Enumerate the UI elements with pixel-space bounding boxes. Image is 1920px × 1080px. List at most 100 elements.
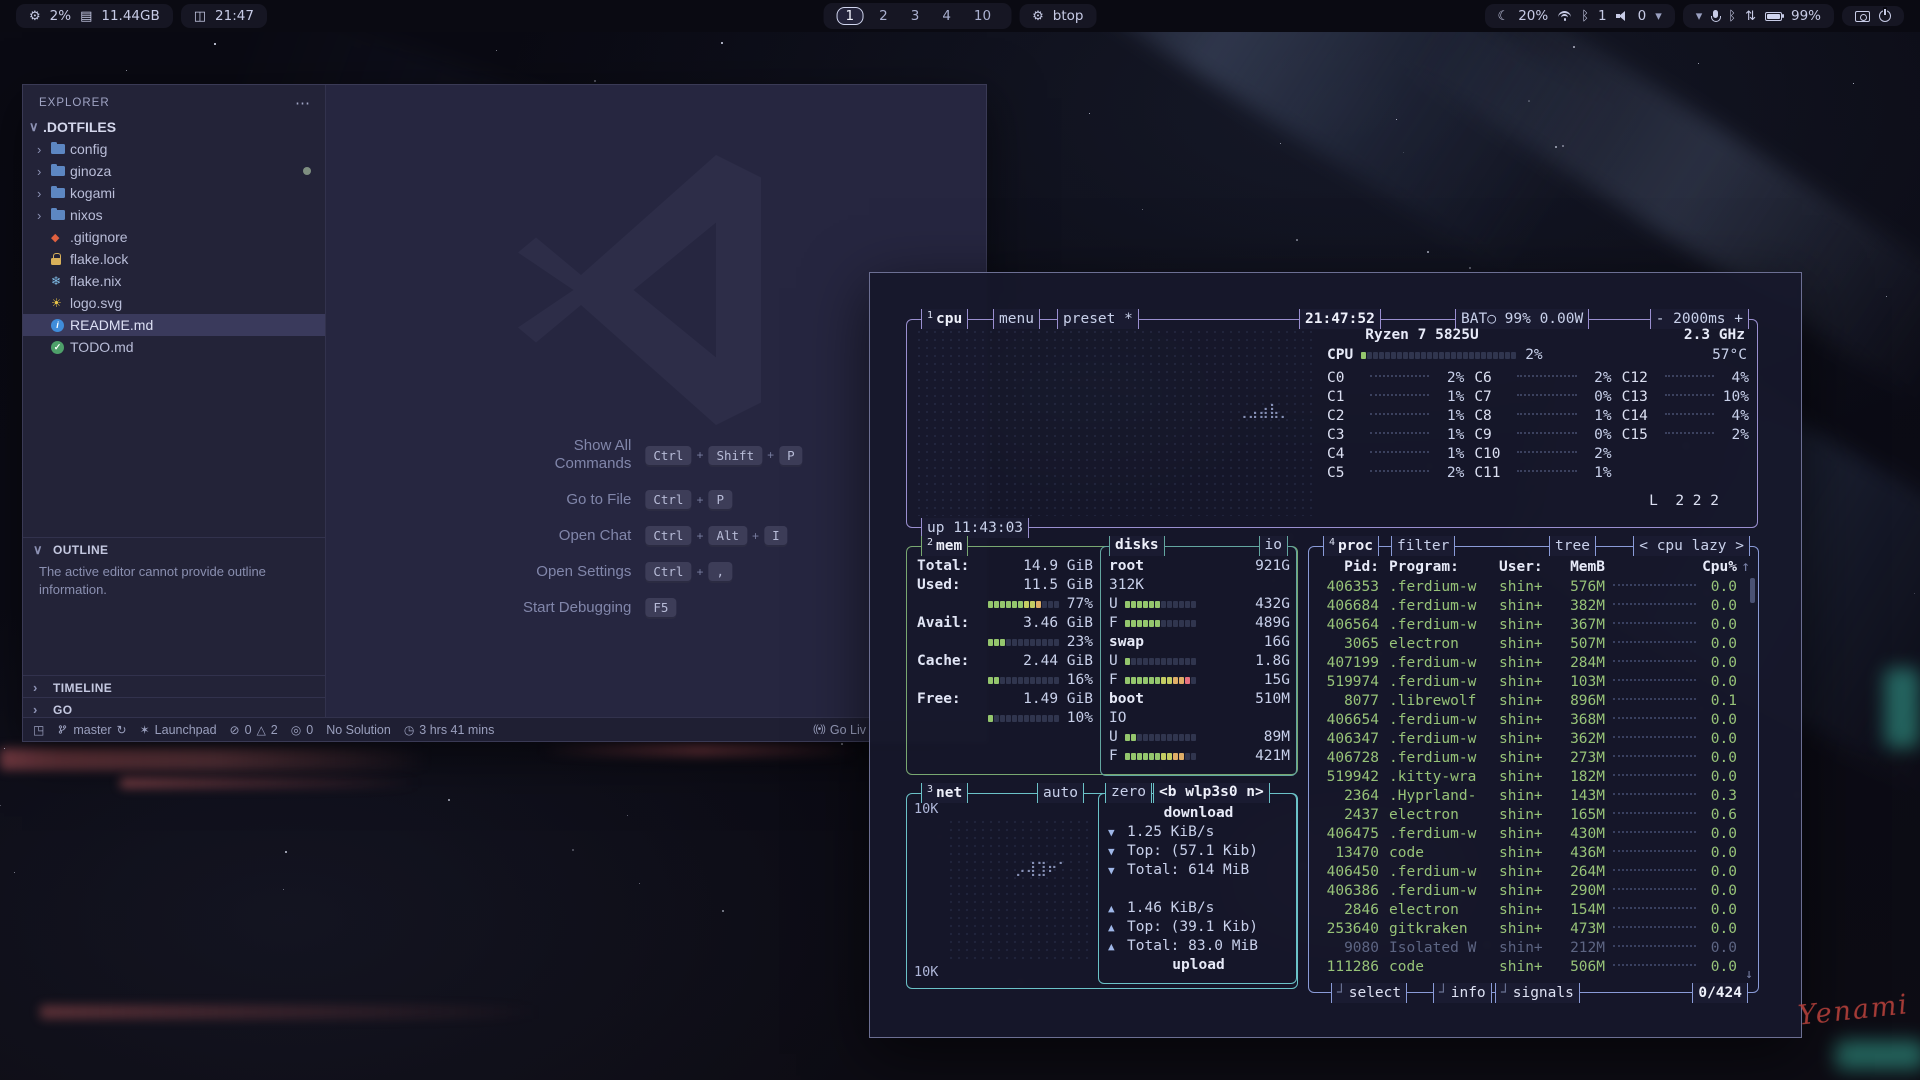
process-row[interactable]: 13470codeshin+436M0.0 [1317,844,1750,863]
menu-button[interactable]: menu [993,309,1040,329]
process-row[interactable]: 111286codeshin+506M0.0 [1317,958,1750,977]
process-row[interactable]: 2364.Hyprland-shin+143M0.3 [1317,787,1750,806]
pid-header[interactable]: Pid: [1317,558,1379,577]
cpu-header[interactable]: Cpu% [1701,558,1737,577]
chevron-right-icon: › [37,186,51,201]
keycap: Alt [708,526,747,545]
outline-section-header[interactable]: ∨ OUTLINE [23,537,325,562]
more-actions-icon[interactable]: ⋯ [295,94,311,112]
scroll-down-icon[interactable]: ↓ [1745,965,1753,984]
process-row[interactable]: 2846electronshin+154M0.0 [1317,901,1750,920]
file-flake.nix[interactable]: ❄flake.nix [23,270,325,292]
sort-selector[interactable]: < cpu lazy > [1633,536,1750,556]
file-ginoza[interactable]: ›ginoza [23,160,325,182]
tree-root[interactable]: ∨ .DOTFILES [23,116,325,138]
tray-module[interactable]: ▾ ᛒ ⇅ 99% [1683,4,1834,28]
user-header[interactable]: User: [1497,558,1555,577]
solution-button[interactable]: No Solution [326,723,391,737]
process-row[interactable]: 406728.ferdium-wshin+273M0.0 [1317,749,1750,768]
process-row[interactable]: 406564.ferdium-wshin+367M0.0 [1317,616,1750,635]
keycap: Ctrl [645,490,691,509]
process-row[interactable]: 406353.ferdium-wshin+576M0.0 [1317,578,1750,597]
core-C3: C31% [1327,426,1464,445]
btop-mem-box: 2 mem Total:14.9 GiBUsed:11.5 GiB77%Avai… [906,546,1298,775]
file-kogami[interactable]: ›kogami [23,182,325,204]
workspace-4[interactable]: 4 [935,7,958,25]
tree-toggle-button[interactable]: tree [1549,536,1596,556]
core-C7: C70% [1474,388,1611,407]
process-row[interactable]: 406654.ferdium-wshin+368M0.0 [1317,711,1750,730]
workspace-10[interactable]: 10 [967,7,998,25]
file-.gitignore[interactable]: ◆.gitignore [23,226,325,248]
workspace-2[interactable]: 2 [872,7,895,25]
shortcut-label[interactable]: Open Settings [509,563,631,581]
mem-box-title[interactable]: 2 mem [921,536,968,556]
go-live-button[interactable]: ((•)) Go Liv [813,723,866,737]
process-row[interactable]: 2437electronshin+165M0.6 [1317,806,1750,825]
process-row[interactable]: 406475.ferdium-wshin+430M0.0 [1317,825,1750,844]
shortcut-label[interactable]: Open Chat [509,527,631,545]
go-section-header[interactable]: › GO [23,697,325,721]
time-tracker-button[interactable]: ◷ 3 hrs 41 mins [404,723,495,737]
process-row[interactable]: 406684.ferdium-wshin+382M0.0 [1317,597,1750,616]
star [594,80,596,82]
net-auto-button[interactable]: auto [1037,783,1084,803]
shortcut-label[interactable]: Go to File [509,491,631,509]
process-header-row[interactable]: Pid: Program: User: MemB Cpu% ↑ [1317,558,1750,577]
star [841,743,843,745]
system-stats-module[interactable]: ⚙ 2% ▤ 11.44GB [16,4,173,28]
shortcut-label[interactable]: Start Debugging [509,599,631,617]
star [126,70,127,71]
clock-module[interactable]: ◫ 21:47 [181,4,267,28]
file-nixos[interactable]: ›nixos [23,204,325,226]
timeline-section-header[interactable]: › TIMELINE [23,675,325,699]
ports-button[interactable]: ◎ 0 [291,723,313,737]
disks-title[interactable]: disks [1109,536,1165,556]
cpu-graph-detail [1237,402,1290,421]
problems-button[interactable]: ⊘ 0 △ 2 [230,723,278,737]
process-row[interactable]: 406386.ferdium-wshin+290M0.0 [1317,882,1750,901]
launchpad-button[interactable]: ✶ Launchpad [140,723,217,737]
disk-line: 312K [1109,576,1290,595]
process-row[interactable]: 519942.kitty-wrashin+182M0.0 [1317,768,1750,787]
quick-settings-module[interactable]: ☾ 20% ᛒ 1 0 ▾ [1485,4,1675,28]
workspace-3[interactable]: 3 [904,7,927,25]
keycap: , [708,562,732,581]
process-row[interactable]: 406347.ferdium-wshin+362M0.0 [1317,730,1750,749]
teal-glow [1884,668,1920,748]
star [1573,46,1575,48]
file-config[interactable]: ›config [23,138,325,160]
file-README.md[interactable]: iREADME.md [23,314,325,336]
power-module[interactable] [1842,6,1904,26]
proc-box-title[interactable]: 4 proc [1323,536,1379,556]
process-row[interactable]: 406450.ferdium-wshin+264M0.0 [1317,863,1750,882]
preset-button[interactable]: preset * [1057,309,1139,329]
process-scrollbar[interactable] [1750,578,1755,603]
git-branch-button[interactable]: master ↻ [57,723,126,737]
process-row[interactable]: 8077.librewolfshin+896M0.1 [1317,692,1750,711]
file-flake.lock[interactable]: flake.lock [23,248,325,270]
process-row[interactable]: 3065electronshin+507M0.0 [1317,635,1750,654]
remote-window-button[interactable]: ◳ [33,723,44,737]
disks-io-toggle[interactable]: io [1259,536,1288,556]
net-zero-button[interactable]: zero [1105,783,1152,803]
process-row[interactable]: 9080Isolated Wshin+212M0.0 [1317,939,1750,958]
file-logo.svg[interactable]: ☀logo.svg [23,292,325,314]
mem-header[interactable]: MemB [1555,558,1605,577]
process-row[interactable]: 407199.ferdium-wshin+284M0.0 [1317,654,1750,673]
workspace-1[interactable]: 1 [837,7,864,25]
net-stats: download▼1.25 KiB/s▼Top: (57.1 Kib)▼Tota… [1108,804,1289,975]
program-header[interactable]: Program: [1379,558,1497,577]
info-hint[interactable]: info [1433,983,1492,1003]
active-window-module[interactable]: ⚙ btop [1019,4,1096,28]
net-interface-selector[interactable]: <b wlp3s0 n> [1153,783,1270,803]
shortcut-label[interactable]: Show All Commands [509,437,631,473]
process-row[interactable]: 519974.ferdium-wshin+103M0.0 [1317,673,1750,692]
process-row[interactable]: 253640gitkrakenshin+473M0.0 [1317,920,1750,939]
select-hint[interactable]: select [1331,983,1407,1003]
btop-terminal-window[interactable]: 1 cpu menu preset * 21:47:52 BAT○ 99% 0.… [869,272,1802,1038]
file-TODO.md[interactable]: ✓TODO.md [23,336,325,358]
cpu-box-title[interactable]: 1 cpu [921,309,968,329]
filter-button[interactable]: filter [1391,536,1455,556]
signals-hint[interactable]: signals [1495,983,1580,1003]
